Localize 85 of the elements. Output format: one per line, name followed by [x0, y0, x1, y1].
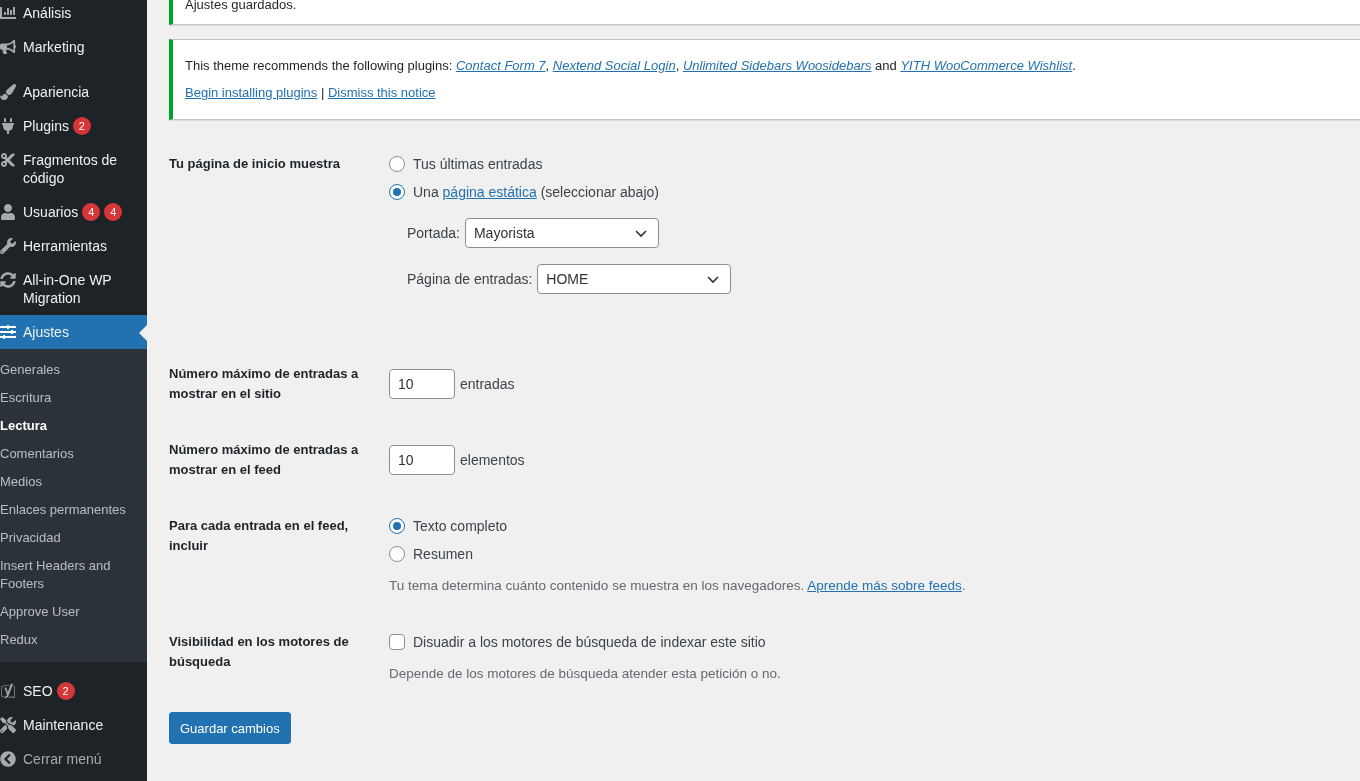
dropdown-select[interactable]: HOME — [537, 264, 732, 294]
description-text: Tu tema determina cuánto contenido se muestra en los navegadores. Aprende más sobre feeds. — [389, 577, 966, 595]
link[interactable]: Contact Form 7 — [455, 58, 546, 73]
menu-label: Apariencia — [23, 83, 90, 101]
menu-item[interactable]: Análisis — [0, 0, 147, 30]
link[interactable]: Nextend Social Login — [552, 58, 676, 73]
count-badge: 4 — [82, 203, 101, 221]
setting-label: Tu página de inicio muestra — [169, 155, 341, 173]
submenu-item[interactable]: Redux — [0, 626, 147, 654]
menu-label: Ajustes — [23, 323, 69, 341]
plug-icon — [0, 117, 16, 135]
input-suffix: elementos — [460, 452, 525, 468]
submenu-item[interactable]: Enlaces permanentes — [0, 496, 147, 524]
option-label: Tus últimas entradas — [413, 155, 543, 174]
link[interactable]: Unlimited Sidebars Woosidebars — [682, 58, 872, 73]
separator-text: | — [319, 85, 326, 100]
option-label: Una página estática (seleccionar abajo) — [413, 183, 659, 202]
scissors-icon — [0, 151, 16, 169]
menu-label: Fragmentos de código — [23, 151, 119, 187]
menu-item[interactable]: Plugins 2 — [0, 109, 147, 143]
submenu-item[interactable]: Lectura — [0, 412, 147, 440]
menu-label: Marketing — [23, 38, 85, 56]
menu-label: Plugins — [23, 117, 69, 135]
notice-text: This theme recommends the following plugins: Contact Form 7, Nextend Social Login, Unlimited Sidebars Woosidebars and YITH WooCommerce Wishlist. — [185, 58, 1076, 73]
submenu-item[interactable]: Approve User — [0, 598, 147, 626]
paintbrush-icon — [0, 83, 16, 101]
menu-label: Maintenance — [23, 716, 104, 734]
menu-label: All-in-One WP Migration — [23, 271, 113, 307]
option-label: Texto completo — [413, 517, 508, 536]
y-logo-icon — [0, 682, 16, 700]
notice-text: Ajustes guardados. — [185, 0, 297, 12]
collapse-menu-button[interactable]: Cerrar menú — [0, 742, 147, 776]
link[interactable]: Aprende más sobre feeds — [807, 578, 962, 593]
tools-icon — [0, 716, 16, 734]
radio-button[interactable] — [389, 518, 405, 534]
menu-item[interactable]: Fragmentos de código — [0, 143, 147, 195]
menu-label: SEO — [23, 682, 53, 700]
current-menu-item[interactable]: Ajustes — [0, 315, 147, 349]
radio-button[interactable] — [389, 546, 405, 562]
setting-label: Para cada entrada en el feed, incluir — [169, 517, 350, 555]
submenu-item[interactable]: Generales — [0, 356, 147, 384]
submenu-item[interactable]: Escritura — [0, 384, 147, 412]
setting-label: Visibilidad en los motores de búsqueda — [169, 633, 350, 671]
menu-label: Usuarios — [23, 203, 79, 221]
menu-item[interactable]: SEO 2 — [0, 674, 147, 708]
sliders-icon — [0, 323, 16, 341]
dropdown-select[interactable]: Mayorista — [464, 218, 659, 248]
menu-item[interactable]: Herramientas — [0, 229, 147, 263]
menu-item[interactable]: Marketing — [0, 30, 147, 64]
megaphone-icon — [0, 38, 16, 56]
count-badge: 2 — [56, 682, 75, 700]
submenu-item[interactable]: Insert Headers and Footers — [0, 552, 147, 598]
submenu-item[interactable]: Privacidad — [0, 524, 147, 552]
count-badge: 2 — [72, 117, 91, 135]
description-text: Depende de los motores de búsqueda atender esta petición o no. — [389, 665, 781, 683]
circular-arrows-icon — [0, 271, 16, 289]
user-icon — [0, 203, 16, 221]
menu-item[interactable]: Maintenance — [0, 708, 147, 742]
notice-action-link[interactable]: Begin installing plugins — [185, 85, 318, 100]
setting-label: Número máximo de entradas a mostrar en el feed — [169, 441, 360, 479]
radio-button[interactable] — [389, 184, 405, 200]
submenu-item[interactable]: Comentarios — [0, 440, 147, 468]
radio-button[interactable] — [389, 156, 405, 172]
number-input[interactable]: 10 — [389, 369, 455, 399]
wrench-icon — [0, 237, 16, 255]
bar-chart-icon — [0, 4, 16, 22]
link[interactable]: YITH WooCommerce Wishlist — [900, 58, 1073, 73]
select-label: Portada: — [407, 225, 460, 241]
save-button[interactable]: Guardar cambios — [169, 712, 291, 744]
setting-label: Número máximo de entradas a mostrar en el sitio — [169, 365, 360, 403]
count-badge: 4 — [104, 203, 123, 221]
number-input[interactable]: 10 — [389, 445, 455, 475]
menu-item[interactable]: All-in-One WP Migration — [0, 263, 147, 315]
menu-label: Análisis — [23, 4, 72, 22]
submenu-item[interactable]: Medios — [0, 468, 147, 496]
link[interactable]: página estática — [442, 184, 537, 200]
menu-item[interactable]: Apariencia — [0, 75, 147, 109]
input-suffix: entradas — [460, 376, 515, 392]
checkbox[interactable] — [389, 634, 405, 650]
option-label: Resumen — [413, 545, 473, 564]
select-label: Página de entradas: — [407, 271, 533, 287]
menu-label: Herramientas — [23, 237, 108, 255]
notice-action-link[interactable]: Dismiss this notice — [327, 85, 436, 100]
option-label: Disuadir a los motores de búsqueda de indexar este sitio — [413, 633, 766, 652]
menu-item[interactable]: Usuarios 4 4 — [0, 195, 147, 229]
